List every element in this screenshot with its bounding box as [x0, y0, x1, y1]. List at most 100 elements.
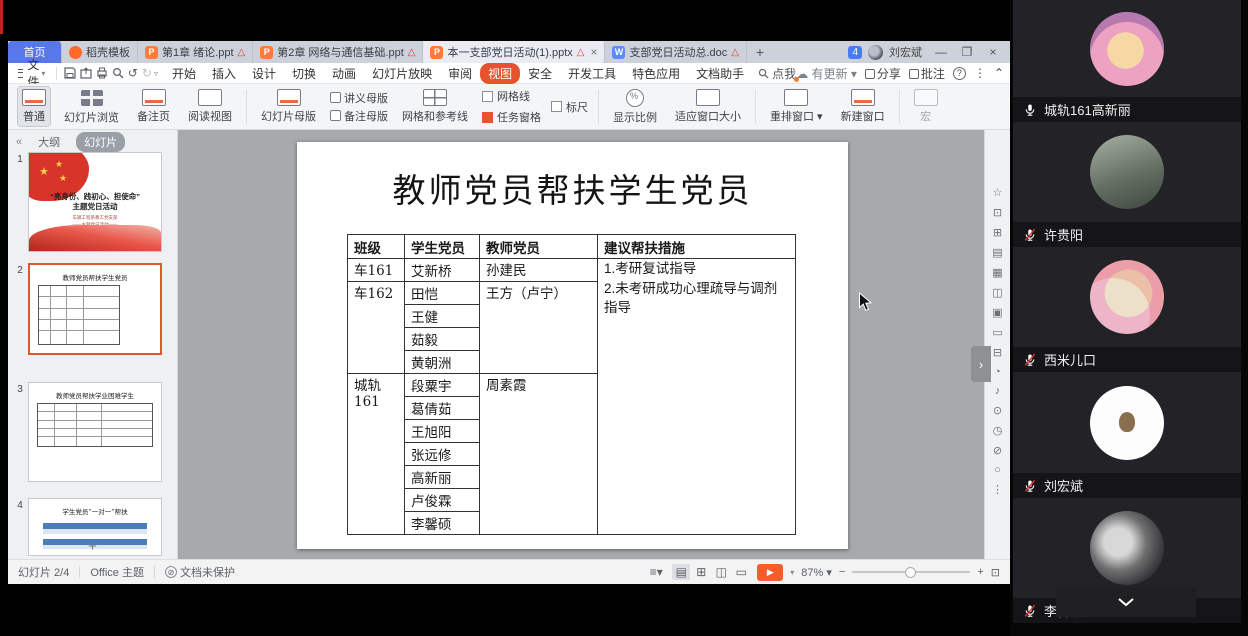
ribbon-button-阅读视图[interactable]: 阅读视图	[184, 87, 236, 126]
close-button[interactable]: ×	[980, 41, 1006, 63]
document-tab[interactable]: 稻壳模板	[62, 41, 138, 63]
document-tab[interactable]: W支部党日活动总.doc△	[605, 41, 747, 63]
window-count-badge[interactable]: 4	[848, 46, 862, 59]
new-tab-button[interactable]: +	[747, 41, 773, 63]
participant-tile[interactable]: 许贵阳	[1013, 122, 1241, 247]
export-icon[interactable]	[80, 66, 92, 81]
slideshow-play-button[interactable]: ▶	[757, 564, 783, 581]
strip-icon-4[interactable]: ▦	[992, 266, 1002, 279]
menu-特色应用[interactable]: 特色应用	[624, 63, 688, 84]
quickbar-caret-icon[interactable]: ▿	[154, 69, 158, 78]
strip-icon-11[interactable]: ⊙	[993, 404, 1002, 417]
strip-icon-8[interactable]: ⊟	[993, 346, 1002, 359]
document-tab[interactable]: P第1章 绪论.ppt△	[138, 41, 253, 63]
zoom-percent[interactable]: 87% ▾	[801, 566, 832, 579]
current-slide[interactable]: 教师党员帮扶学生党员 班级学生党员教师党员建议帮扶措施车161艾新桥孙建民1.考…	[297, 142, 848, 549]
menu-审阅[interactable]: 审阅	[440, 63, 480, 84]
tab-slides[interactable]: 幻灯片	[76, 132, 125, 152]
slide-thumbnail-1[interactable]: ★★★“亮身份、践初心、担使命”主题党日活动车辆工程系教工党支部——主题党日活动…	[28, 152, 162, 252]
menu-开始[interactable]: 开始	[164, 63, 204, 84]
view-mode-1[interactable]: ⊞	[692, 564, 710, 580]
slide-thumbnail-3[interactable]: 教师党员帮扶学业困难学生	[28, 382, 162, 482]
ribbon-button-新建窗口[interactable]: 新建窗口	[837, 87, 889, 126]
slide-thumbnail-2[interactable]: 教师党员帮扶学生党员	[28, 263, 162, 355]
more-participants-button[interactable]	[1056, 587, 1196, 617]
undo-icon[interactable]: ↺	[128, 66, 138, 81]
strip-icon-12[interactable]: ◷	[993, 424, 1003, 437]
document-tab[interactable]: P本一支部党日活动(1).pptx△×	[423, 41, 605, 63]
zoom-out-button[interactable]: −	[839, 566, 845, 578]
share-button[interactable]: 分享	[865, 65, 901, 82]
strip-icon-5[interactable]: ◫	[992, 286, 1002, 299]
slide-title[interactable]: 教师党员帮扶学生党员	[297, 164, 848, 212]
menu-开发工具[interactable]: 开发工具	[560, 63, 624, 84]
document-tab[interactable]: P第2章 网络与通信基础.ppt△	[253, 41, 423, 63]
strip-icon-6[interactable]: ▣	[992, 306, 1002, 319]
restore-button[interactable]: ❐	[954, 41, 980, 63]
strip-icon-0[interactable]: ☆	[993, 186, 1003, 199]
collapse-panel-icon[interactable]: «	[16, 136, 22, 148]
play-caret-icon[interactable]: ▾	[790, 568, 794, 577]
tab-outline[interactable]: 大纲	[30, 132, 68, 152]
menu-设计[interactable]: 设计	[244, 63, 284, 84]
search-box[interactable]: 点我	[758, 65, 796, 82]
ribbon-button-网格和参考线[interactable]: 网格和参考线	[398, 87, 472, 126]
zoom-slider[interactable]	[852, 571, 970, 573]
save-icon[interactable]	[64, 66, 76, 81]
checkbox-任务窗格[interactable]: 任务窗格	[482, 109, 541, 125]
zoom-in-button[interactable]: +	[977, 566, 983, 578]
participant-tile[interactable]: 刘宏斌	[1013, 372, 1241, 498]
menu-插入[interactable]: 插入	[204, 63, 244, 84]
strip-icon-7[interactable]: ▭	[992, 326, 1002, 339]
participant-tile[interactable]: 西米儿口	[1013, 247, 1241, 372]
view-mode-0[interactable]: ▤	[672, 564, 690, 580]
file-menu-caret-icon[interactable]: ▾	[41, 69, 45, 78]
ribbon-button-适应窗口大小[interactable]: 适应窗口大小	[671, 87, 745, 126]
menu-幻灯片放映[interactable]: 幻灯片放映	[364, 63, 440, 84]
ribbon-button-备注页[interactable]: 备注页	[133, 87, 174, 126]
ribbon-button-幻灯片浏览[interactable]: 幻灯片浏览	[60, 87, 123, 127]
hamburger-icon[interactable]	[18, 69, 23, 78]
view-mode-3[interactable]: ▭	[732, 564, 750, 580]
ribbon-button-显示比例[interactable]: 显示比例	[609, 87, 661, 127]
account-name[interactable]: 刘宏斌	[889, 44, 922, 60]
help-button[interactable]: ?	[953, 67, 966, 80]
cloud-update-button[interactable]: ☁ 有更新 ▾	[796, 65, 857, 82]
notes-toggle[interactable]: ≡▾	[647, 564, 665, 580]
participant-tile[interactable]: 城轨161高新丽	[1013, 0, 1241, 122]
strip-icon-15[interactable]: ⋮	[992, 483, 1003, 496]
close-tab-icon[interactable]: ×	[590, 45, 597, 59]
strip-icon-2[interactable]: ⊞	[993, 226, 1002, 239]
minimize-button[interactable]: —	[928, 41, 954, 63]
collapse-ribbon-button[interactable]: ⌃	[994, 66, 1004, 80]
menu-视图[interactable]: 视图	[480, 63, 520, 84]
print-preview-icon[interactable]	[112, 66, 124, 81]
menu-文档助手[interactable]: 文档助手	[688, 63, 752, 84]
slide-canvas[interactable]: 教师党员帮扶学生党员 班级学生党员教师党员建议帮扶措施车161艾新桥孙建民1.考…	[178, 130, 984, 559]
menu-安全[interactable]: 安全	[520, 63, 560, 84]
more-menu-button[interactable]: ⋮	[974, 66, 986, 80]
account-avatar[interactable]	[868, 45, 883, 60]
add-slide-button[interactable]: +	[8, 538, 177, 555]
strip-icon-10[interactable]: ♪	[995, 385, 1001, 397]
fit-window-button[interactable]: ⊡	[991, 566, 1000, 579]
ribbon-button-备注母版[interactable]: 备注母版	[330, 108, 388, 124]
ribbon-button-普通[interactable]: 普通	[18, 87, 50, 126]
strip-icon-3[interactable]: ▤	[992, 246, 1002, 259]
zoom-slider-knob[interactable]	[905, 567, 916, 578]
ribbon-button-幻灯片母版[interactable]: 幻灯片母版	[257, 87, 320, 126]
strip-icon-1[interactable]: ⊡	[993, 206, 1002, 219]
strip-icon-13[interactable]: ⊘	[993, 444, 1002, 457]
assistance-table[interactable]: 班级学生党员教师党员建议帮扶措施车161艾新桥孙建民1.考研复试指导 2.未考研…	[347, 234, 796, 535]
redo-icon[interactable]: ↻	[142, 66, 152, 81]
menu-动画[interactable]: 动画	[324, 63, 364, 84]
theme-label[interactable]: Office 主题	[90, 564, 144, 580]
ribbon-button-重排窗口[interactable]: 重排窗口 ▾	[766, 87, 827, 126]
print-icon[interactable]	[96, 66, 108, 81]
ribbon-button-讲义母版[interactable]: 讲义母版	[330, 90, 388, 106]
menu-切换[interactable]: 切换	[284, 63, 324, 84]
protect-label[interactable]: 文档未保护	[180, 564, 235, 580]
comment-button[interactable]: 批注	[909, 65, 945, 82]
strip-icon-9[interactable]: ◔	[994, 366, 1001, 378]
checkbox-网格线[interactable]: 网格线	[482, 88, 541, 104]
